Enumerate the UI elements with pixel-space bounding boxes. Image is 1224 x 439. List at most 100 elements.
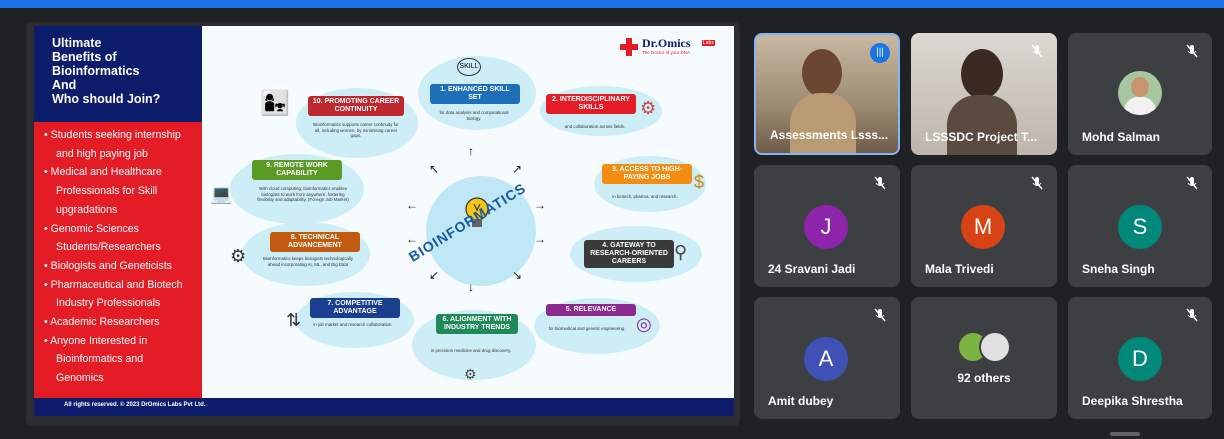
arrow-icon: ↙ <box>429 268 440 282</box>
scrollbar-handle[interactable] <box>1110 432 1140 436</box>
skill-badge-icon: SKILL <box>457 58 481 76</box>
benefit-desc: and collaboration across fields. <box>564 124 626 129</box>
remote-worker-icon: 💻 <box>210 184 233 204</box>
speaking-icon: ||| <box>870 43 890 63</box>
list-item: Professionals for Skill <box>56 185 158 198</box>
dromics-logo: Dr.Omics Labs The Doctor of your DNA <box>620 36 715 62</box>
participant-tile[interactable]: Mohd Salman <box>1068 33 1212 155</box>
list-item: • Academic Researchers <box>44 316 160 329</box>
participant-figure <box>802 49 842 97</box>
avatar-body <box>1124 97 1156 115</box>
arrow-icon: ↘ <box>512 268 523 282</box>
participant-figure <box>961 49 1003 99</box>
presentation-slide: Ultimate Benefits of Bioinformatics And … <box>34 26 734 416</box>
mic-off-icon <box>1031 44 1043 58</box>
avatar: S <box>1118 205 1162 249</box>
cross-icon <box>620 38 638 56</box>
benefit-desc: in job market and research collaboration… <box>313 322 393 327</box>
participant-tile[interactable]: S Sneha Singh <box>1068 165 1212 287</box>
others-count: 92 others <box>957 371 1011 385</box>
mic-off-icon <box>1186 308 1198 322</box>
participant-name: Amit dubey <box>768 394 834 408</box>
participant-tile[interactable]: M Mala Trivedi <box>911 165 1057 287</box>
benefit-title: 4. GATEWAY TO RESEARCH-ORIENTED CAREERS <box>584 240 674 268</box>
copyright-text: All rights reserved. © 2023 DrOmics Labs… <box>64 402 206 408</box>
mic-off-icon <box>1186 176 1198 190</box>
benefit-title: 10. PROMOTING CAREER CONTINUITY <box>308 96 404 116</box>
participant-tile[interactable]: ||| Assessments Lsss... <box>754 33 900 155</box>
mic-off-icon <box>1186 44 1198 58</box>
target-icon: ◎ <box>636 314 652 334</box>
benefit-desc: for data analysis and computational biol… <box>439 110 509 121</box>
benefit-title: 7. COMPETITIVE ADVANTAGE <box>310 298 400 318</box>
arrow-icon: ← <box>406 198 418 212</box>
benefit-desc: in precision medicine and drug discovery… <box>430 348 512 353</box>
arrow-icon: ↓ <box>468 280 474 294</box>
avatar: A <box>804 337 848 381</box>
participant-name: 24 Sravani Jadi <box>768 262 856 276</box>
participant-tile[interactable]: A Amit dubey <box>754 297 900 419</box>
benefit-title: 5. RELEVANCE <box>546 304 636 316</box>
list-item: Genomics <box>56 372 104 385</box>
arrow-icon: ↑ <box>468 144 474 158</box>
participant-body <box>790 93 856 153</box>
participant-tile[interactable]: LSSSDC Project T... <box>911 33 1057 155</box>
participant-tile[interactable]: D Deepika Shrestha <box>1068 297 1212 419</box>
benefit-title: 2. INTERDISCIPLINARY SKILLS <box>546 94 636 114</box>
tech-gear-icon: ⚙ <box>230 246 247 266</box>
list-item: and high paying job <box>56 147 148 160</box>
avatar: J <box>804 205 848 249</box>
growth-arrows-icon: ⇅ <box>286 310 302 330</box>
benefit-desc: for biomedical and genetic engineering. <box>548 326 626 331</box>
participant-name: Mala Trivedi <box>925 262 994 276</box>
logo-name: Dr.Omics <box>642 36 691 50</box>
list-item: Bioinformatics and <box>56 353 144 366</box>
list-item: • Medical and Healthcare <box>44 166 162 179</box>
avatar: M <box>961 205 1005 249</box>
slide-title: Ultimate Benefits of Bioinformatics And … <box>52 36 161 106</box>
mic-off-icon <box>874 308 886 322</box>
benefit-desc: With cloud computing, bioinformatics ena… <box>257 186 349 202</box>
family-icon: 👩‍👧 <box>260 90 290 117</box>
benefit-desc: Bioinformatics supports career continuit… <box>313 122 399 138</box>
benefit-title: 8. TECHNICAL ADVANCEMENT <box>270 232 360 252</box>
list-item: • Genomic Sciences <box>44 222 139 235</box>
top-accent-bar <box>0 0 1224 8</box>
participant-name: LSSSDC Project T... <box>925 130 1038 144</box>
participant-name: Sneha Singh <box>1082 262 1155 276</box>
industry-icon: ⚙ <box>464 366 477 382</box>
list-item: • Biologists and Geneticists <box>44 259 172 272</box>
list-item: • Anyone Interested in <box>44 334 148 347</box>
logo-badge: Labs <box>702 40 715 46</box>
benefit-title: 1. ENHANCED SKILL SET <box>430 84 520 104</box>
list-item: Students/Researchers <box>56 241 161 254</box>
avatar <box>979 331 1011 363</box>
benefit-title: 9. REMOTE WORK CAPABILITY <box>252 160 342 180</box>
benefit-desc: Bioinformatics keeps biologists technolo… <box>262 256 354 267</box>
list-item: • Students seeking internship <box>44 129 181 141</box>
money-icon: $ <box>694 172 705 192</box>
arrow-icon: ← <box>406 232 418 246</box>
mic-off-icon <box>1031 176 1043 190</box>
list-item: upgradations <box>56 203 118 216</box>
avatar: D <box>1118 337 1162 381</box>
audience-list: • Students seeking internship and high p… <box>44 126 202 388</box>
benefit-title: 6. ALIGNMENT WITH INDUSTRY TRENDS <box>436 314 518 334</box>
arrow-icon: → <box>534 198 546 212</box>
arrow-icon: → <box>534 232 546 246</box>
logo-tagline: The Doctor of your DNA <box>642 50 691 55</box>
research-icon: ⚲ <box>674 242 688 262</box>
avatar-face <box>1131 77 1149 97</box>
benefit-title: 3. ACCESS TO HIGH-PAYING JOBS <box>602 164 692 184</box>
slide-left-panel: Ultimate Benefits of Bioinformatics And … <box>34 26 202 406</box>
arrow-icon: ↗ <box>512 162 523 176</box>
participant-name: Assessments Lsss... <box>770 128 889 142</box>
participant-body <box>947 95 1017 155</box>
mic-off-icon <box>874 176 886 190</box>
arrow-icon: ↖ <box>429 162 440 176</box>
participant-tile[interactable]: J 24 Sravani Jadi <box>754 165 900 287</box>
list-item: Industry Professionals <box>56 297 161 310</box>
gear-bulb-icon: ⚙ <box>640 98 657 118</box>
others-tile[interactable]: 92 others <box>911 297 1057 419</box>
benefit-desc: in biotech, pharma, and research. <box>612 194 678 199</box>
